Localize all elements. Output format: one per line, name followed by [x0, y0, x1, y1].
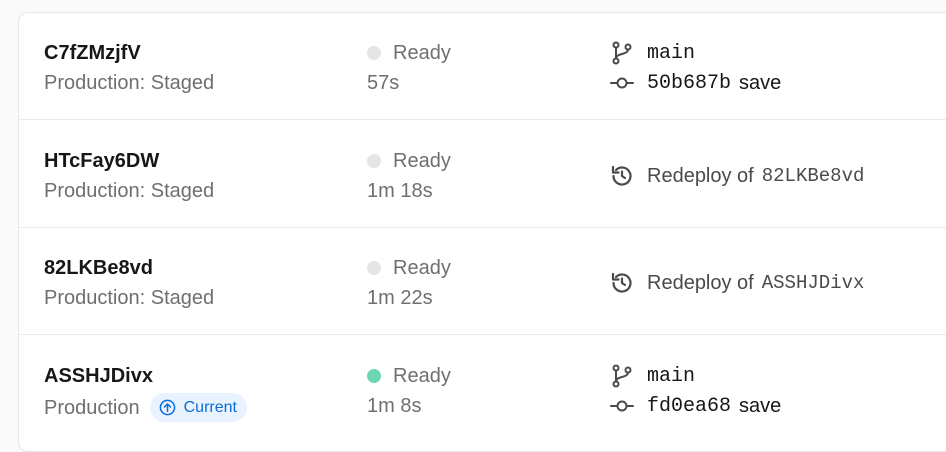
redeploy-ref[interactable]: ASSHJDivx	[762, 272, 865, 294]
deployment-environment: Production: Staged	[44, 285, 214, 311]
deployments-list: C7fZMzjfV Production: Staged Ready 57s m…	[18, 12, 946, 452]
git-commit-icon	[609, 70, 635, 96]
status: Ready	[367, 40, 451, 66]
status: Ready	[367, 148, 451, 174]
git-branch-icon	[609, 363, 635, 389]
status: Ready	[367, 255, 451, 281]
deployment-environment: Production: Staged	[44, 178, 214, 204]
build-duration: 1m 22s	[367, 287, 433, 309]
deployment-source-column: main 50b687b save	[609, 40, 781, 96]
git-commit[interactable]: 50b687b save	[609, 70, 781, 96]
status-dot-icon	[367, 46, 381, 60]
deployment-id-column: HTcFay6DW Production: Staged	[44, 148, 214, 204]
deployment-status-column: Ready 1m 22s	[367, 255, 451, 311]
status-dot-icon	[367, 154, 381, 168]
commit-message: save	[739, 71, 782, 94]
deployment-row[interactable]: C7fZMzjfV Production: Staged Ready 57s m…	[19, 13, 946, 120]
status-label: Ready	[393, 256, 451, 279]
deployment-id-column: 82LKBe8vd Production: Staged	[44, 255, 214, 311]
deployment-id[interactable]: HTcFay6DW	[44, 148, 214, 174]
status-dot-icon	[367, 261, 381, 275]
deployment-environment: Production Current	[44, 393, 247, 422]
branch-name: main	[647, 364, 696, 388]
git-branch-icon	[609, 40, 635, 66]
git-commit-icon	[609, 393, 635, 419]
deployment-id-column: ASSHJDivx Production Current	[44, 363, 247, 422]
deployment-status-column: Ready 57s	[367, 40, 451, 96]
deployment-id-column: C7fZMzjfV Production: Staged	[44, 40, 214, 96]
status: Ready	[367, 363, 451, 389]
commit-hash: fd0ea68	[647, 394, 732, 418]
commit-message: save	[739, 394, 782, 417]
environment-label: Production: Staged	[44, 72, 215, 94]
redeploy-label: Redeploy of	[647, 271, 754, 294]
build-duration: 1m 18s	[367, 180, 433, 202]
redeploy-icon	[609, 163, 635, 189]
redeploy-label: Redeploy of	[647, 164, 754, 187]
git-branch[interactable]: main	[609, 363, 781, 389]
git-commit[interactable]: fd0ea68 save	[609, 393, 781, 419]
deployment-source-column: Redeploy of 82LKBe8vd	[609, 148, 864, 189]
redeploy-ref[interactable]: 82LKBe8vd	[762, 165, 865, 187]
status-dot-icon	[367, 369, 381, 383]
deployment-source-column: main fd0ea68 save	[609, 363, 781, 419]
deployment-status-column: Ready 1m 8s	[367, 363, 451, 419]
environment-label: Production	[44, 396, 140, 419]
redeploy-source[interactable]: Redeploy of ASSHJDivx	[609, 270, 864, 296]
status-label: Ready	[393, 41, 451, 64]
arrow-up-circle-icon	[159, 399, 176, 416]
deployment-row[interactable]: 82LKBe8vd Production: Staged Ready 1m 22…	[19, 228, 946, 335]
deployment-row[interactable]: HTcFay6DW Production: Staged Ready 1m 18…	[19, 121, 946, 228]
status-label: Ready	[393, 149, 451, 172]
deployment-id[interactable]: 82LKBe8vd	[44, 255, 214, 281]
deployment-id[interactable]: ASSHJDivx	[44, 363, 247, 389]
deployment-source-column: Redeploy of ASSHJDivx	[609, 255, 864, 296]
deployment-environment: Production: Staged	[44, 70, 214, 96]
badge-label: Current	[183, 398, 237, 416]
deployment-row[interactable]: ASSHJDivx Production Current Ready 1m 8s…	[19, 336, 946, 443]
redeploy-icon	[609, 270, 635, 296]
status-label: Ready	[393, 364, 451, 387]
deployment-id[interactable]: C7fZMzjfV	[44, 40, 214, 66]
deployment-status-column: Ready 1m 18s	[367, 148, 451, 204]
git-branch[interactable]: main	[609, 40, 781, 66]
environment-label: Production: Staged	[44, 287, 215, 309]
branch-name: main	[647, 41, 696, 65]
environment-label: Production: Staged	[44, 180, 215, 202]
commit-hash: 50b687b	[647, 71, 732, 95]
build-duration: 57s	[367, 72, 400, 94]
redeploy-source[interactable]: Redeploy of 82LKBe8vd	[609, 163, 864, 189]
build-duration: 1m 8s	[367, 395, 422, 417]
current-badge: Current	[149, 393, 247, 422]
